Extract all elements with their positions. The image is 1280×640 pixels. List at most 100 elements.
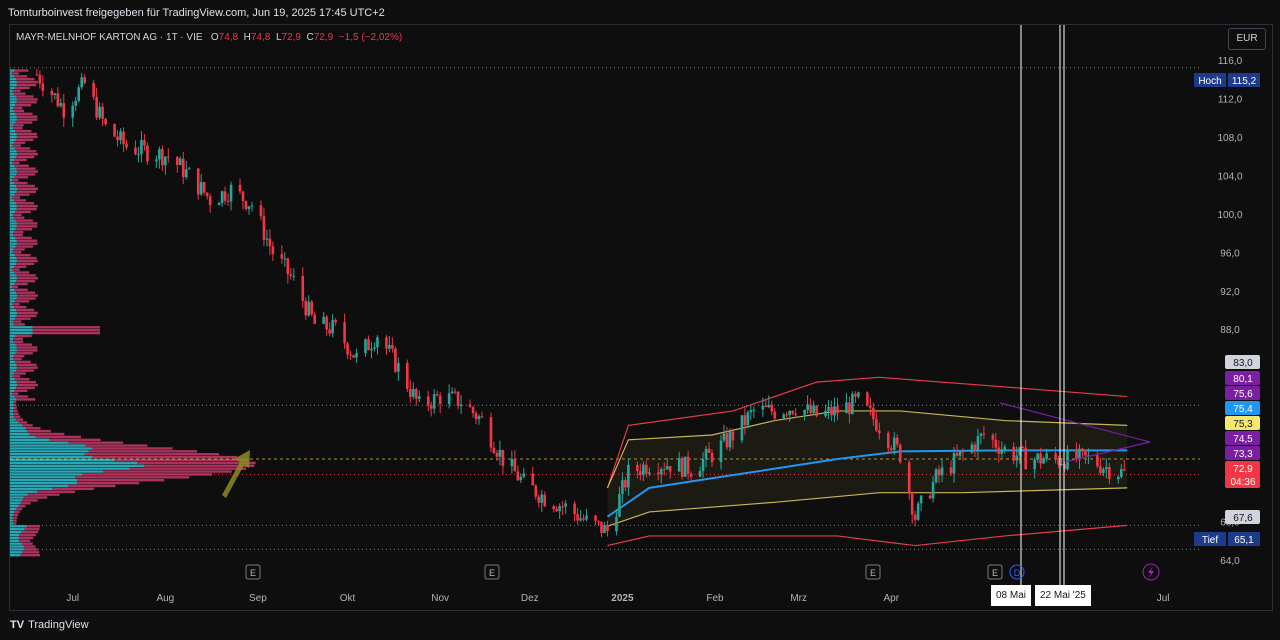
volume-profile-bar-down xyxy=(16,291,36,294)
volume-profile-bar-up xyxy=(10,331,33,335)
volume-profile-bar-down xyxy=(18,504,26,508)
volume-profile-bar-up xyxy=(10,89,13,92)
candle-body xyxy=(113,124,116,137)
volume-profile-bar-down xyxy=(18,539,31,542)
candle-body xyxy=(238,184,242,192)
volume-profile-bar-down xyxy=(92,455,238,459)
volume-profile-bar-down xyxy=(24,528,40,531)
candle-body xyxy=(916,503,920,520)
candle-body xyxy=(991,434,995,440)
volume-profile-bar-down xyxy=(16,239,38,242)
volume-profile-bar-down xyxy=(15,138,34,142)
symbol-title[interactable]: MAYR-MELNHOF KARTON AG · 1T · VIE xyxy=(16,32,203,43)
volume-profile-bar-down xyxy=(13,409,18,413)
volume-profile-bar-down xyxy=(13,248,25,251)
candle-body xyxy=(1081,448,1084,451)
tradingview-brand[interactable]: TV TradingView xyxy=(10,619,89,631)
volume-profile-bar-down xyxy=(12,519,17,522)
volume-profile-bar-up xyxy=(10,228,16,231)
price-label: 75,4 xyxy=(1233,404,1253,415)
volume-profile-bar-up xyxy=(10,305,15,309)
volume-profile-bar-up xyxy=(10,447,93,450)
volume-profile-bar-up xyxy=(10,216,14,219)
candle-body xyxy=(80,77,83,88)
volume-profile-bar-up xyxy=(10,507,17,511)
candle-body xyxy=(223,191,227,201)
candle-body xyxy=(456,391,460,407)
volume-profile-bar-down xyxy=(13,522,17,525)
low-label: Tief xyxy=(1202,535,1219,546)
candle-body xyxy=(304,300,308,316)
candle-body xyxy=(952,453,956,474)
candle-body xyxy=(175,157,179,166)
volume-profile-bar-down xyxy=(16,294,38,297)
volume-profile-bar-up xyxy=(10,418,16,421)
candle-body xyxy=(409,388,412,397)
volume-profile-bar-up xyxy=(10,109,14,113)
volume-profile-bar-down xyxy=(15,112,33,116)
candle-body xyxy=(764,405,768,408)
volume-profile-bar-down xyxy=(16,170,38,173)
volume-profile-bar-up xyxy=(10,473,83,476)
volume-profile-bar-down xyxy=(16,386,35,390)
volume-profile-bar-up xyxy=(10,297,17,300)
volume-profile-bar-down xyxy=(16,98,38,101)
date-tooltip-2: 22 Mai '25 xyxy=(1035,585,1091,606)
volume-profile-bar-down xyxy=(29,432,65,436)
volume-profile-bar-down xyxy=(13,109,25,113)
candle-body xyxy=(426,396,430,406)
price-chart[interactable]: 116,0112,0108,0104,0100,096,092,088,068,… xyxy=(0,0,1280,612)
candle-body xyxy=(561,506,564,508)
candle-body xyxy=(573,503,576,515)
volume-profile-bar-up xyxy=(10,178,13,182)
volume-profile-bar-down xyxy=(20,502,31,505)
candle-body xyxy=(1024,447,1027,470)
volume-profile-bar-up xyxy=(10,375,13,378)
candle-body xyxy=(594,515,597,521)
volume-profile-bar-down xyxy=(16,383,38,387)
candle-body xyxy=(184,169,188,178)
candle-body xyxy=(411,389,415,397)
volume-profile-bar-down xyxy=(20,553,40,557)
candle-body xyxy=(71,105,75,118)
volume-profile-bar-up xyxy=(10,233,14,237)
volume-profile-bar-up xyxy=(10,282,15,286)
volume-profile-bar-down xyxy=(16,363,37,367)
volume-profile-bar-down xyxy=(13,354,25,358)
volume-profile-bar-up xyxy=(10,127,14,130)
volume-profile-bar-up xyxy=(10,259,17,263)
currency-button[interactable]: EUR xyxy=(1228,28,1266,50)
volume-profile-bar-up xyxy=(10,450,89,453)
volume-profile-bar-up xyxy=(10,548,24,551)
volume-profile-bar-down xyxy=(129,467,247,470)
candle-body xyxy=(265,238,269,240)
lightning-icon xyxy=(1148,566,1154,578)
candle-body xyxy=(931,482,935,499)
volume-profile-bar-up xyxy=(10,103,16,107)
candle-body xyxy=(875,419,878,431)
volume-profile-bar-up xyxy=(10,311,17,315)
volume-profile-bar-down xyxy=(15,317,31,320)
volume-profile-bar-up xyxy=(10,401,14,404)
candle-body xyxy=(749,410,753,413)
candle-body xyxy=(268,238,272,247)
volume-profile-bar-up xyxy=(10,72,13,75)
volume-profile-bar-up xyxy=(10,271,15,274)
candle-body xyxy=(830,406,833,416)
volume-profile-bar-down xyxy=(15,147,31,150)
volume-profile-bar-up xyxy=(10,176,15,179)
candle-body xyxy=(492,447,496,454)
volume-profile-bar-down xyxy=(16,184,35,188)
symbol-legend[interactable]: MAYR-MELNHOF KARTON AG · 1T · VIE O74,8 … xyxy=(16,32,402,43)
candle-body xyxy=(519,476,523,481)
high-label: H xyxy=(243,32,251,43)
volume-profile-bar-down xyxy=(37,490,76,493)
tradingview-logo-icon: TV xyxy=(10,619,25,631)
volume-profile-bar-down xyxy=(15,121,33,124)
volume-profile-bar-down xyxy=(16,78,35,81)
volume-profile-bar-down xyxy=(14,75,28,78)
candle-body xyxy=(181,158,185,178)
open-value: 74,8 xyxy=(218,32,239,43)
volume-profile-bar-down xyxy=(12,213,22,217)
volume-profile-bar-down xyxy=(14,288,28,292)
